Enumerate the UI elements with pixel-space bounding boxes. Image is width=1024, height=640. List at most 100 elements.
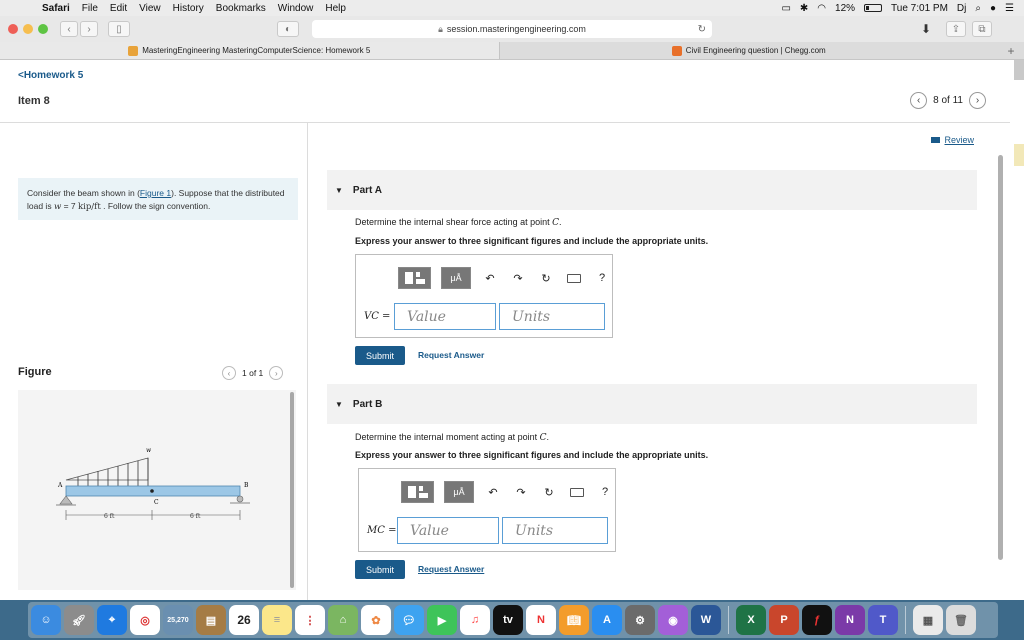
tabs-overview-button[interactable]: ⧉ [972,21,992,37]
siri-icon[interactable]: ● [990,3,996,14]
reload-icon[interactable]: ↻ [698,24,706,35]
item-pager-text: 8 of 11 [933,95,963,106]
photos-badge-icon[interactable]: 25,270 [163,605,193,635]
menu-history[interactable]: History [173,3,204,14]
facetime-icon[interactable]: ▶ [427,605,457,635]
homework-back-link[interactable]: <Homework 5 [18,70,83,81]
system-preferences-icon[interactable]: ⚙ [625,605,655,635]
menu-bookmarks[interactable]: Bookmarks [216,3,266,14]
new-tab-button[interactable]: + [998,42,1024,59]
notes-icon[interactable]: ≡ [262,605,292,635]
undo-icon[interactable]: ↶ [481,267,499,289]
tab-chegg[interactable]: Civil Engineering question | Chegg.com [498,42,999,59]
tv-icon[interactable]: tv [493,605,523,635]
figure-scrollbar[interactable] [290,392,294,588]
keyboard-icon[interactable] [568,481,586,503]
wifi-icon[interactable]: ◠ [817,3,826,14]
onenote-icon[interactable]: N [835,605,865,635]
menu-window[interactable]: Window [278,3,314,14]
menu-edit[interactable]: Edit [110,3,127,14]
clock[interactable]: Tue 7:01 PM [891,3,948,14]
units-button[interactable]: μÅ [441,267,471,289]
redo-icon[interactable]: ↷ [512,481,530,503]
redo-icon[interactable]: ↷ [509,267,527,289]
part-a-request-answer[interactable]: Request Answer [418,350,484,360]
airplay-icon[interactable]: ▭ [781,3,790,14]
review-icon [931,137,941,143]
problem-text: Consider the beam shown in ( [27,188,140,198]
user-name[interactable]: Dj [957,3,966,14]
menu-help[interactable]: Help [325,3,346,14]
help-button[interactable]: ? [593,267,611,289]
notification-center-icon[interactable]: ☰ [1005,3,1014,14]
trash-icon[interactable]: 🗑︎ [946,605,976,635]
part-b-submit-button[interactable]: Submit [355,560,405,579]
prev-figure-button[interactable]: ‹ [222,366,236,380]
back-button[interactable]: ‹ [60,21,78,37]
messages-icon[interactable]: 💬︎ [394,605,424,635]
next-figure-button[interactable]: › [269,366,284,380]
menu-app-name[interactable]: Safari [42,3,70,14]
mastering-favicon [128,45,139,56]
privacy-report-button[interactable]: ◐ [277,21,299,37]
app-store-icon[interactable]: A [592,605,622,635]
page-content: <Homework 5 Item 8 ‹ 8 of 11 › Consider … [0,60,1024,600]
launchpad-icon[interactable]: 🚀︎ [64,605,94,635]
value-input[interactable]: Value [394,303,496,330]
news-icon[interactable]: N [526,605,556,635]
excel-icon[interactable]: X [736,605,766,635]
review-link[interactable]: Review [931,135,974,145]
template-button[interactable] [398,267,431,289]
close-window-button[interactable] [8,24,18,34]
units-input[interactable]: Units [499,303,605,330]
keyboard-icon[interactable] [565,267,583,289]
maps-icon[interactable]: ⌂ [328,605,358,635]
browser-toolbar: ‹ › ▯ ◐ 🔒︎ session.masteringengineering.… [0,16,1024,42]
address-bar[interactable]: 🔒︎ session.masteringengineering.com ↻ [312,20,712,38]
safari-icon[interactable]: ⌖ [97,605,127,635]
forward-button[interactable]: › [80,21,98,37]
downloads-icon[interactable]: ⬇ [917,21,935,37]
books-icon[interactable]: 📖︎ [559,605,589,635]
page-scrollbar[interactable] [998,155,1003,560]
flash-icon[interactable]: ƒ [802,605,832,635]
reset-icon[interactable]: ↻ [540,481,558,503]
part-a-header[interactable]: ▼ Part A [327,170,977,210]
chrome-icon[interactable]: ◎ [130,605,160,635]
figure-link[interactable]: Figure 1 [140,188,171,198]
calendar-icon[interactable]: 26 [229,605,259,635]
documents-icon[interactable]: ▦ [913,605,943,635]
minimize-window-button[interactable] [23,24,33,34]
bluetooth-icon[interactable]: ✱ [800,3,808,14]
music-icon[interactable]: ♫ [460,605,490,635]
contacts-icon[interactable]: ▤ [196,605,226,635]
tab-homework[interactable]: MasteringEngineering MasteringComputerSc… [0,42,499,59]
menu-file[interactable]: File [82,3,98,14]
reset-icon[interactable]: ↻ [537,267,555,289]
reminders-icon[interactable]: ⋮ [295,605,325,635]
next-item-button[interactable]: › [969,92,986,109]
share-button[interactable]: ⇪ [946,21,966,37]
battery-icon[interactable] [864,4,883,12]
spotlight-icon[interactable]: ⌕ [975,3,981,14]
undo-icon[interactable]: ↶ [484,481,502,503]
item-pager: ‹ 8 of 11 › [910,92,986,109]
help-button[interactable]: ? [596,481,614,503]
part-b-request-answer[interactable]: Request Answer [418,564,484,574]
podcasts-icon[interactable]: ◉ [658,605,688,635]
value-input[interactable]: Value [397,517,499,544]
prev-item-button[interactable]: ‹ [910,92,928,109]
finder-icon[interactable]: ☺ [31,605,61,635]
photos-icon[interactable]: ✿ [361,605,391,635]
menu-view[interactable]: View [139,3,161,14]
units-button[interactable]: μÅ [444,481,474,503]
part-a-submit-button[interactable]: Submit [355,346,405,365]
sidebar-toggle-button[interactable]: ▯ [108,21,130,37]
powerpoint-icon[interactable]: P [769,605,799,635]
template-button[interactable] [401,481,434,503]
part-b-header[interactable]: ▼ Part B [327,384,977,424]
teams-icon[interactable]: T [868,605,898,635]
word-icon[interactable]: W [691,605,721,635]
units-input[interactable]: Units [502,517,608,544]
zoom-window-button[interactable] [38,24,48,34]
